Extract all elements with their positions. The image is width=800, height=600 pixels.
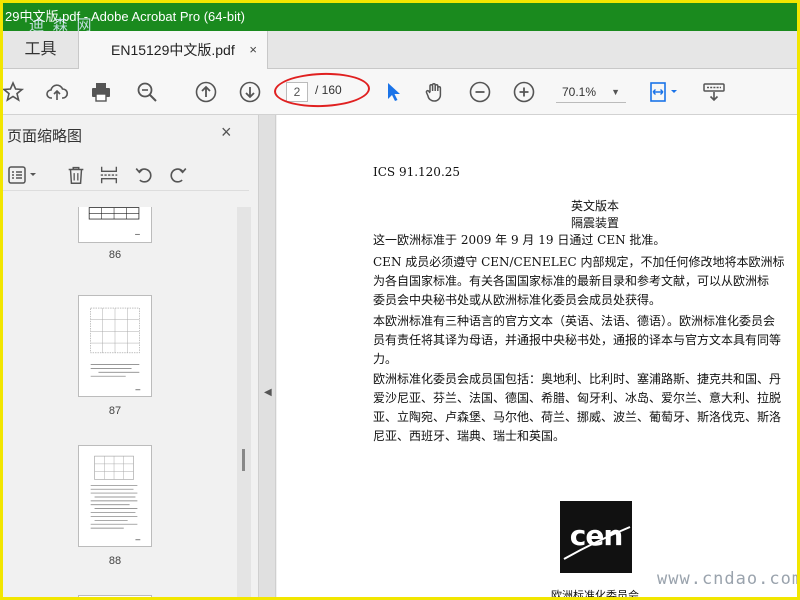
scrollbar-thumb[interactable]	[242, 449, 245, 471]
paragraph-2: 本欧洲标准有三种语言的官方文本（英语、法语、德语）。欧洲标准化委员会 员有责任将…	[373, 312, 781, 369]
panel-title: 页面缩略图	[7, 128, 83, 145]
insert-pages-icon[interactable]	[96, 163, 122, 187]
thumbnail-page-89[interactable]	[78, 595, 152, 597]
subject-line: 隔震装置	[571, 216, 620, 230]
tab-document[interactable]: EN15129中文版.pdf ×	[78, 31, 268, 70]
thumbnail-label: 86	[108, 249, 122, 261]
toolbar: 2 / 160 70.1% ▼	[3, 69, 797, 115]
paragraph-line: 尼亚、西班牙、瑞典、瑞士和英国。	[373, 429, 566, 443]
highlight-annotation	[273, 71, 371, 109]
thumbnail-page-87[interactable]	[78, 295, 152, 397]
tab-bar: 工具 EN15129中文版.pdf ×	[3, 31, 797, 70]
app-window: 29中文版.pdf - Adobe Acrobat Pro (64-bit) 迪…	[0, 0, 800, 600]
tab-close-button[interactable]: ×	[249, 31, 257, 69]
zoom-out-icon[interactable]	[466, 78, 494, 106]
paragraph-line: 本欧洲标准有三种语言的官方文本（英语、法语、德语）。欧洲标准化委员会	[373, 314, 776, 328]
cen-caption: 欧洲标准化委员会	[551, 589, 639, 600]
page-down-icon[interactable]	[236, 78, 264, 106]
ics-code: ICS 91.120.25	[373, 165, 461, 179]
thumbnail-panel: 页面缩略图 × 86 87 88	[3, 115, 259, 597]
panel-toolbar	[3, 159, 249, 191]
cloud-upload-icon[interactable]	[43, 78, 71, 106]
thumbnail-list: 86 87 88	[3, 207, 237, 597]
thumbnail-page-88[interactable]	[78, 445, 152, 547]
paragraph-line: 员有责任将其译为母语，并通报中央秘书处，通报的译本与官方文本具有同等	[373, 333, 782, 347]
panel-collapse-strip[interactable]: ◀	[259, 115, 276, 597]
rotate-cw-icon[interactable]	[165, 163, 191, 187]
document-view[interactable]: ICS 91.120.25 英文版本 隔震装置 这一欧洲标准于 2009 年 9…	[277, 115, 797, 600]
thumbnail-page-86[interactable]	[78, 207, 152, 243]
paragraph-1: CEN 成员必须遵守 CEN/CENELEC 内部规定，不加任何修改地将本欧洲标…	[373, 253, 784, 310]
rotate-ccw-icon[interactable]	[131, 163, 157, 187]
paragraph-line: 欧洲标准化委员会成员国包括：奥地利、比利时、塞浦路斯、捷克共和国、丹	[373, 372, 782, 386]
trash-icon[interactable]	[63, 163, 89, 187]
keyboard-icon[interactable]	[700, 78, 728, 106]
zoom-search-icon[interactable]	[133, 78, 161, 106]
page-up-icon[interactable]	[192, 78, 220, 106]
paragraph-line: 爱沙尼亚、芬兰、法国、德国、希腊、匈牙利、冰岛、爱尔兰、意大利、拉脱	[373, 391, 782, 405]
cen-logo: cen	[560, 501, 632, 573]
fit-page-icon[interactable]	[645, 78, 683, 106]
paragraph-line: 为各自国家标准。有关各国国家标准的最新目录和参考文献，可以从欧洲标	[373, 274, 770, 288]
hand-tool-icon[interactable]	[421, 78, 449, 106]
title-bar: 29中文版.pdf - Adobe Acrobat Pro (64-bit)	[3, 3, 797, 31]
tab-document-label: EN15129中文版.pdf	[111, 42, 235, 58]
thumbnail-label: 87	[108, 405, 122, 417]
star-icon[interactable]	[3, 78, 27, 106]
paragraph-line: 力。	[373, 352, 398, 366]
paragraph-3: 欧洲标准化委员会成员国包括：奥地利、比利时、塞浦路斯、捷克共和国、丹 爱沙尼亚、…	[373, 370, 781, 446]
panel-scrollbar[interactable]	[237, 207, 251, 597]
select-cursor-icon[interactable]	[379, 78, 407, 106]
paragraph-line: CEN 成员必须遵守 CEN/CENELEC 内部规定，不加任何修改地将本欧洲标	[373, 255, 785, 269]
watermark-bottom: www.cndao.com	[657, 569, 800, 589]
collapse-left-icon[interactable]: ◀	[264, 387, 272, 398]
zoom-in-icon[interactable]	[510, 78, 538, 106]
zoom-select[interactable]: 70.1% ▼	[556, 81, 626, 103]
tab-tools[interactable]: 工具	[3, 31, 78, 69]
approval-line: 这一欧洲标准于 2009 年 9 月 19 日通过 CEN 批准。	[373, 233, 666, 247]
paragraph-line: 委员会中央秘书处或从欧洲标准化委员会成员处获得。	[373, 293, 662, 307]
zoom-value: 70.1%	[562, 85, 597, 99]
chevron-down-icon: ▼	[611, 87, 620, 97]
print-icon[interactable]	[87, 78, 115, 106]
panel-close-button[interactable]: ×	[221, 122, 232, 143]
paragraph-line: 亚、立陶宛、卢森堡、马尔他、荷兰、挪威、波兰、葡萄牙、斯洛伐克、斯洛	[373, 410, 782, 424]
version-line: 英文版本	[571, 199, 620, 213]
options-menu-icon[interactable]	[5, 163, 41, 187]
thumbnail-label: 88	[108, 555, 122, 567]
